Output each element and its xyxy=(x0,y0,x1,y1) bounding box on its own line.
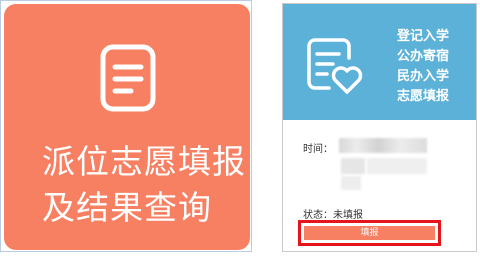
document-icon xyxy=(100,44,156,112)
left-tile-frame: 派位志愿填报 及结果查询 xyxy=(0,0,252,252)
tile-title: 派位志愿填报 及结果查询 xyxy=(42,139,246,231)
card-header: 登记入学 公办寄宿 民办入学 志愿填报 xyxy=(283,4,476,120)
redacted-block xyxy=(341,176,361,190)
tile-title-line2: 及结果查询 xyxy=(42,188,212,227)
header-line-2: 公办寄宿 xyxy=(396,49,449,64)
page: 派位志愿填报 及结果查询 登记入学 公办寄宿 民办入学 志愿填报 时间： 状态：… xyxy=(0,0,480,256)
redacted-block xyxy=(367,158,427,174)
header-line-3: 民办入学 xyxy=(396,69,449,84)
volunteer-query-tile[interactable]: 派位志愿填报 及结果查询 xyxy=(4,4,250,250)
redacted-time-value xyxy=(339,138,427,153)
time-label: 时间： xyxy=(303,144,333,155)
card-header-text: 登记入学 公办寄宿 民办入学 志愿填报 xyxy=(383,27,463,107)
heart-list-icon xyxy=(307,38,363,94)
status-text: 状态：未填报 xyxy=(303,210,363,221)
enrollment-card: 登记入学 公办寄宿 民办入学 志愿填报 时间： 状态：未填报 填报 xyxy=(282,3,477,252)
tile-title-line1: 派位志愿填报 xyxy=(42,142,246,181)
fill-button[interactable]: 填报 xyxy=(304,226,435,240)
fill-button-highlight: 填报 xyxy=(298,220,441,246)
header-line-1: 登记入学 xyxy=(396,29,449,44)
redacted-block xyxy=(341,158,365,174)
header-line-4: 志愿填报 xyxy=(396,89,449,104)
